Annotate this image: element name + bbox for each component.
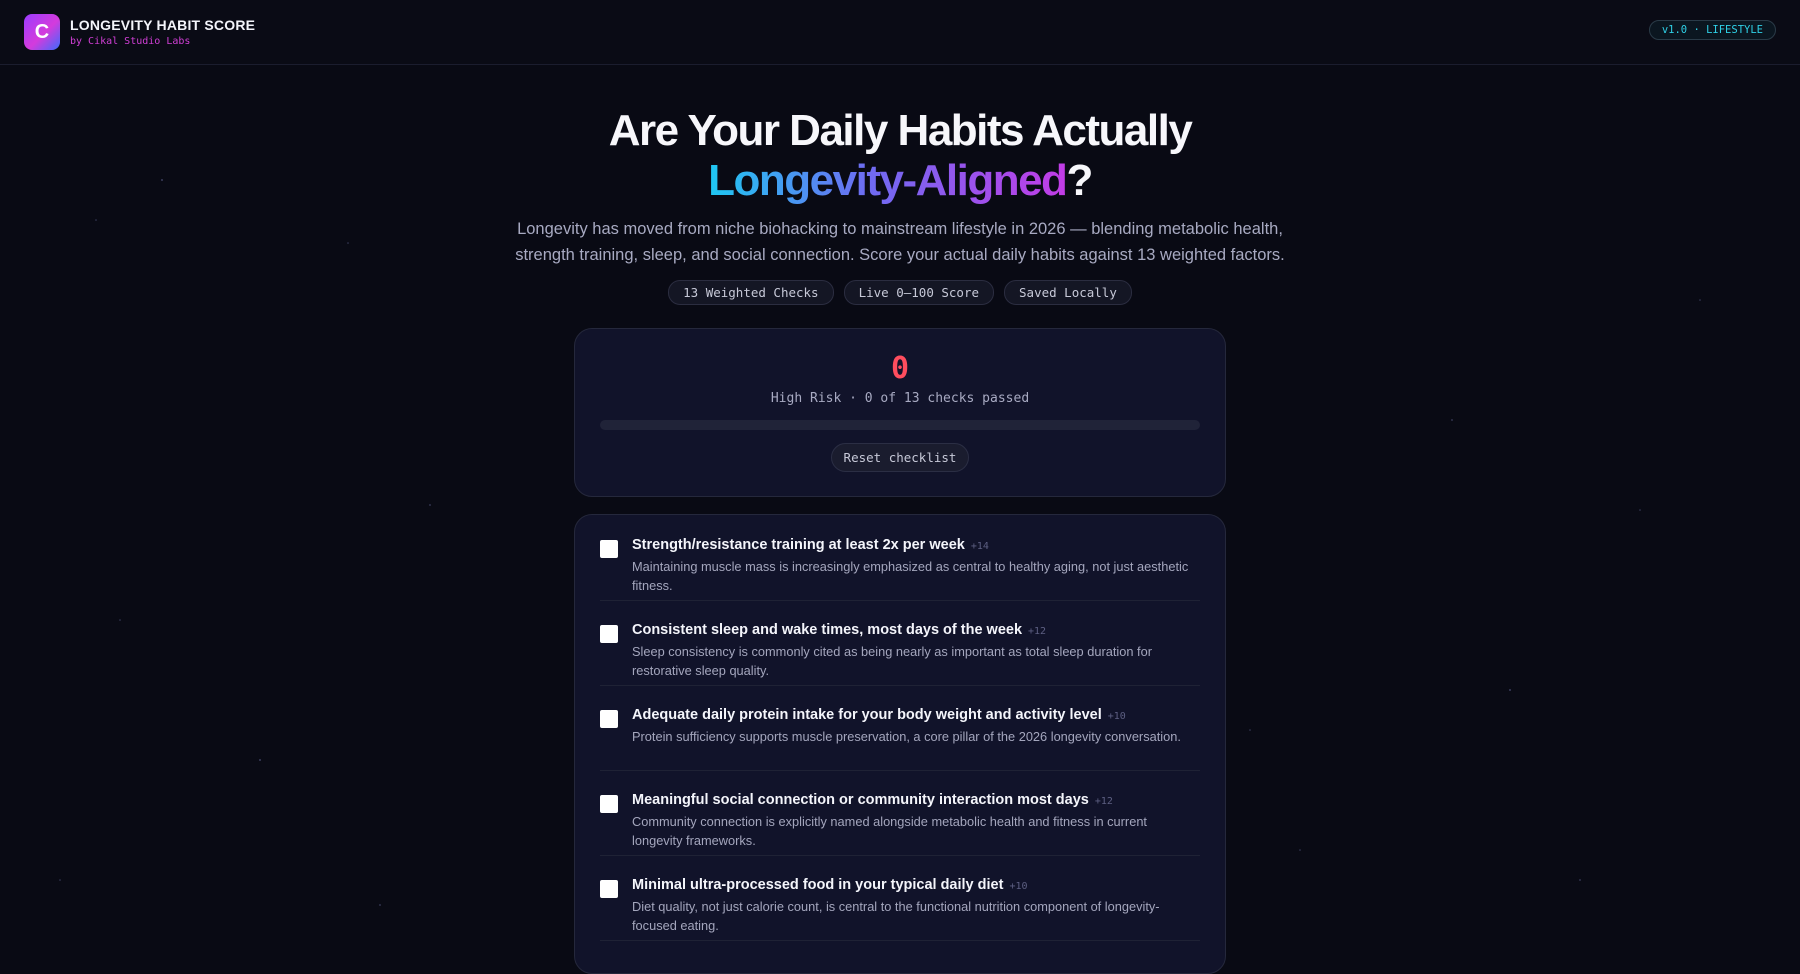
score-value: 0: [890, 351, 910, 386]
checklist-item[interactable]: Strength/resistance training at least 2x…: [600, 515, 1200, 601]
habit-title: Strength/resistance training at least 2x…: [632, 537, 989, 553]
checklist-item[interactable]: Meaningful social connection or communit…: [600, 770, 1200, 856]
score-status: High Risk · 0 of 13 checks passed: [770, 391, 1030, 406]
top-bar: C LONGEVITY HABIT SCORE by Cikal Studio …: [0, 0, 1800, 65]
habit-title: Adequate daily protein intake for your b…: [632, 707, 1126, 723]
habit-title: Consistent sleep and wake times, most da…: [632, 622, 1046, 638]
habit-checkbox[interactable]: [600, 540, 618, 558]
habit-weight: +12: [1028, 626, 1047, 637]
tag-live-score: Live 0–100 Score: [843, 280, 995, 305]
tag-saved-locally: Saved Locally: [1004, 280, 1132, 305]
habit-description: Community connection is explicitly named…: [632, 814, 1147, 848]
checklist-item[interactable]: Minimal ultra-processed food in your typ…: [600, 855, 1200, 941]
habit-description: Protein sufficiency supports muscle pres…: [632, 729, 1181, 744]
habit-title-text: Adequate daily protein intake for your b…: [632, 707, 1102, 723]
hero-title-line2: Longevity-Aligned?: [0, 156, 1800, 206]
score-progress-bar: [600, 420, 1200, 430]
hero-title-suffix: ?: [1066, 156, 1093, 205]
app-logo: C: [24, 14, 60, 50]
habit-checkbox[interactable]: [600, 710, 618, 728]
checklist-item[interactable]: Consistent sleep and wake times, most da…: [600, 600, 1200, 686]
habit-title-text: Meaningful social connection or communit…: [632, 792, 1089, 808]
version-badge: v1.0 · LIFESTYLE: [1648, 20, 1776, 40]
score-card: 0 High Risk · 0 of 13 checks passed Rese…: [574, 328, 1226, 497]
habit-checklist: Strength/resistance training at least 2x…: [574, 514, 1226, 974]
habit-weight: +10: [1009, 881, 1028, 892]
app-title: LONGEVITY HABIT SCORE: [70, 17, 256, 33]
habit-weight: +14: [970, 541, 989, 552]
habit-title-text: Consistent sleep and wake times, most da…: [632, 622, 1023, 638]
reset-checklist-button[interactable]: Reset checklist: [831, 443, 969, 472]
feature-tags: 13 Weighted Checks Live 0–100 Score Save…: [0, 280, 1800, 305]
hero-description: Longevity has moved from niche biohackin…: [515, 220, 1285, 264]
hero-title-line1: Are Your Daily Habits Actually: [608, 106, 1193, 155]
app-subtitle: by Cikal Studio Labs: [70, 36, 191, 47]
habit-weight: +12: [1094, 796, 1113, 807]
checklist-item[interactable]: Adequate daily protein intake for your b…: [600, 685, 1200, 771]
habit-title-text: Strength/resistance training at least 2x…: [632, 537, 965, 553]
habit-checkbox[interactable]: [600, 625, 618, 643]
habit-title-text: Minimal ultra-processed food in your typ…: [632, 877, 1004, 893]
habit-checkbox[interactable]: [600, 795, 618, 813]
tag-weighted-checks: 13 Weighted Checks: [668, 280, 834, 305]
habit-checkbox[interactable]: [600, 880, 618, 898]
hero-title-highlight: Longevity-Aligned: [708, 156, 1068, 205]
habit-description: Sleep consistency is commonly cited as b…: [632, 644, 1152, 678]
habit-weight: +10: [1107, 711, 1126, 722]
habit-description: Maintaining muscle mass is increasingly …: [632, 559, 1189, 593]
habit-title: Meaningful social connection or communit…: [632, 792, 1113, 808]
habit-description: Diet quality, not just calorie count, is…: [632, 899, 1160, 933]
habit-title: Minimal ultra-processed food in your typ…: [632, 877, 1028, 893]
